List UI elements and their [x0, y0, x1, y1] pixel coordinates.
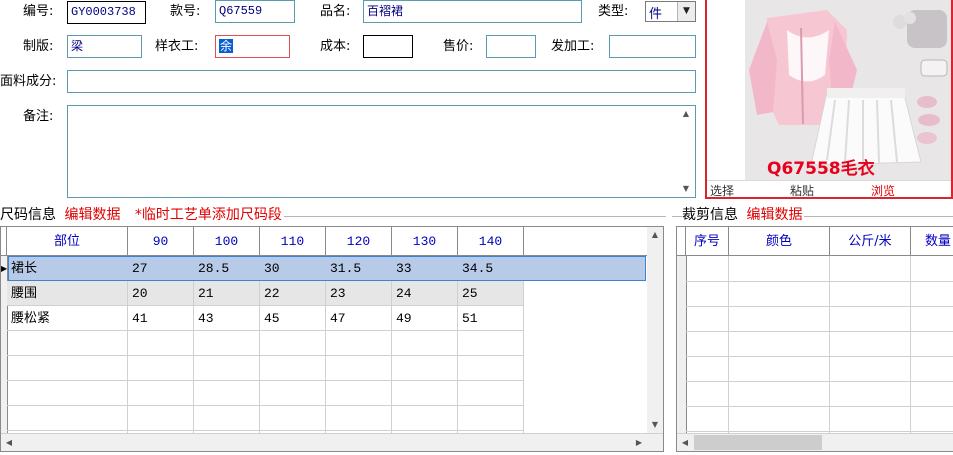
price-field[interactable]: [486, 35, 536, 58]
sample-field[interactable]: 余: [215, 35, 290, 58]
size-cell-value[interactable]: 30: [260, 256, 326, 281]
cut-section-title: 裁剪信息 编辑数据: [682, 206, 805, 224]
size-cell-value[interactable]: 31.5: [326, 256, 392, 281]
pattern-label: 制版:: [23, 39, 54, 54]
pattern-field[interactable]: 梁: [67, 35, 142, 58]
cut-table-empty-grid: [686, 256, 953, 433]
image-select-button[interactable]: 选择: [710, 182, 734, 197]
name-field[interactable]: 百褶裙: [363, 0, 582, 23]
notes-label: 备注:: [23, 109, 54, 124]
type-select[interactable]: 件 ▼: [645, 1, 696, 22]
size-cell-value[interactable]: 28.5: [194, 256, 260, 281]
col-header-110[interactable]: 110: [260, 227, 326, 256]
notes-textarea[interactable]: [67, 105, 696, 198]
image-browse-button[interactable]: 浏览: [871, 182, 895, 197]
size-cell-part[interactable]: 腰松紧: [7, 306, 128, 331]
size-cell-value[interactable]: 22: [260, 281, 326, 306]
row-indicator-header: [677, 227, 686, 256]
size-table-hscrollbar[interactable]: ◀ ▶: [1, 433, 663, 451]
scrollbar-thumb[interactable]: [694, 435, 822, 450]
size-table-empty-grid: [7, 331, 524, 435]
scroll-up-icon[interactable]: ▲: [647, 227, 663, 243]
type-select-value: 件: [649, 7, 663, 22]
size-cell-value[interactable]: 43: [194, 306, 260, 331]
col-header-kg-per-meter[interactable]: 公斤/米: [830, 227, 911, 256]
scroll-left-icon[interactable]: ◀: [1, 435, 17, 451]
image-overlay-caption: Q67558毛衣: [767, 159, 875, 179]
outsource-label: 发加工:: [551, 39, 595, 54]
col-header-120[interactable]: 120: [326, 227, 392, 256]
product-image-panel: Q67558毛衣 选择 粘贴 浏览: [705, 0, 953, 199]
col-header-130[interactable]: 130: [392, 227, 458, 256]
fabric-field[interactable]: [67, 70, 696, 93]
col-header-90[interactable]: 90: [128, 227, 194, 256]
size-cell-value[interactable]: 21: [194, 281, 260, 306]
col-header-quantity[interactable]: 数量: [911, 227, 953, 256]
size-cell-value[interactable]: 33: [392, 256, 458, 281]
size-cell-value[interactable]: 51: [458, 306, 524, 331]
type-label: 类型:: [598, 4, 629, 19]
size-cell-value[interactable]: 25: [458, 281, 524, 306]
size-cell-part[interactable]: 腰围: [7, 281, 128, 306]
scroll-left-icon[interactable]: ◀: [677, 435, 693, 451]
cost-field[interactable]: [363, 35, 413, 58]
size-cell-value[interactable]: 45: [260, 306, 326, 331]
fabric-label: 面料成分:: [0, 74, 57, 89]
col-header-filler: [524, 227, 647, 256]
col-header-color[interactable]: 颜色: [729, 227, 830, 256]
product-photo: [707, 0, 951, 180]
size-cell-value[interactable]: 47: [326, 306, 392, 331]
size-cell-value[interactable]: 23: [326, 281, 392, 306]
size-section-label: 尺码信息: [0, 207, 56, 223]
size-section-title: 尺码信息 编辑数据 *临时工艺单添加尺码段: [0, 206, 284, 224]
notes-scrollbar[interactable]: ▲ ▼: [678, 106, 695, 197]
chevron-down-icon[interactable]: ▼: [677, 2, 695, 21]
image-toolbar: 选择 粘贴 浏览: [707, 180, 951, 197]
scroll-up-icon[interactable]: ▲: [678, 106, 694, 122]
scroll-right-icon[interactable]: ▶: [631, 435, 647, 451]
code-field[interactable]: GY0003738: [67, 1, 146, 24]
size-table: 部位 90 100 110 120 130 140 ▶ 裙长 27 28.5 3…: [0, 226, 664, 452]
size-add-note-link[interactable]: *临时工艺单添加尺码段: [135, 207, 282, 223]
cut-edit-link[interactable]: 编辑数据: [746, 207, 802, 223]
size-cell-value[interactable]: 49: [392, 306, 458, 331]
image-paste-button[interactable]: 粘贴: [790, 182, 814, 197]
size-cell-value[interactable]: 34.5: [458, 256, 524, 281]
name-label: 品名:: [320, 4, 351, 19]
col-header-140[interactable]: 140: [458, 227, 524, 256]
size-cell-value[interactable]: 27: [128, 256, 194, 281]
cost-label: 成本:: [320, 39, 351, 54]
size-table-vscrollbar[interactable]: ▲ ▼: [647, 227, 663, 433]
size-cell-part[interactable]: 裙长: [7, 256, 128, 281]
style-label: 款号:: [170, 4, 201, 19]
cut-section-label: 裁剪信息: [682, 207, 738, 223]
size-cell-value[interactable]: 20: [128, 281, 194, 306]
cut-table: 序号 颜色 公斤/米 数量 ◀: [676, 226, 953, 452]
col-header-100[interactable]: 100: [194, 227, 260, 256]
col-header-part[interactable]: 部位: [7, 227, 128, 256]
sample-field-selected-text: 余: [219, 39, 234, 53]
scroll-down-icon[interactable]: ▼: [647, 417, 663, 433]
price-label: 售价:: [443, 39, 474, 54]
col-header-seq[interactable]: 序号: [686, 227, 729, 256]
size-edit-link[interactable]: 编辑数据: [64, 207, 120, 223]
size-cell-value[interactable]: 41: [128, 306, 194, 331]
scroll-down-icon[interactable]: ▼: [678, 181, 694, 197]
outsource-field[interactable]: [609, 35, 696, 58]
style-field[interactable]: Q67559: [215, 0, 295, 23]
size-cell-value[interactable]: 24: [392, 281, 458, 306]
code-label: 编号:: [23, 4, 54, 19]
cut-table-hscrollbar[interactable]: ◀: [677, 433, 953, 451]
sample-label: 样衣工:: [155, 39, 199, 54]
